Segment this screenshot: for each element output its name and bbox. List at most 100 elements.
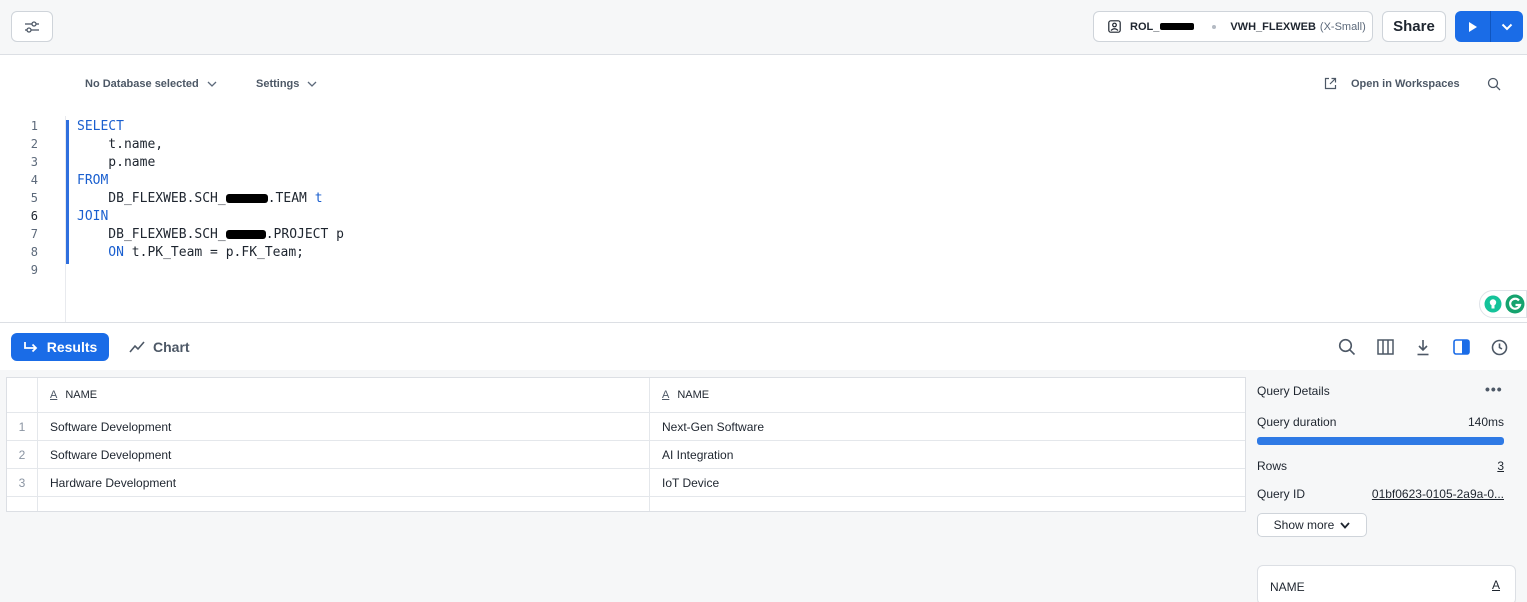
column-header[interactable]: A NAME <box>38 378 650 412</box>
line-number: 8 <box>30 245 38 259</box>
query-details-panel: Query Details ••• Query duration 140ms R… <box>1257 370 1517 602</box>
table-row[interactable]: 1 Software Development Next-Gen Software <box>7 413 1245 441</box>
role-name: ROL_ <box>1130 21 1195 33</box>
separator-dot <box>1212 24 1217 29</box>
share-button[interactable]: Share <box>1382 11 1446 42</box>
rows-label: Rows <box>1257 459 1288 473</box>
columns-button[interactable] <box>1375 337 1395 357</box>
table-row[interactable]: 2 Software Development AI Integration <box>7 441 1245 469</box>
column-header-label: NAME <box>65 389 98 401</box>
role-icon <box>1107 20 1121 34</box>
query-duration-row: Query duration 140ms <box>1257 415 1504 429</box>
table-cell[interactable]: Hardware Development <box>38 469 650 496</box>
row-index <box>7 497 38 511</box>
show-more-button[interactable]: Show more <box>1257 513 1367 537</box>
columns-icon <box>1376 339 1394 355</box>
download-button[interactable] <box>1413 337 1433 357</box>
results-search-button[interactable] <box>1337 337 1357 357</box>
rows-value-link[interactable]: 3 <box>1497 459 1504 473</box>
warehouse-name: VWH_FLEXWEB <box>1230 20 1316 33</box>
line-number-active: 6 <box>30 209 38 223</box>
text-type-icon: A <box>662 389 670 401</box>
table-cell[interactable]: Software Development <box>38 441 650 468</box>
sliders-icon <box>25 20 39 33</box>
download-icon <box>1417 339 1429 355</box>
database-selector-label: No Database selected <box>85 78 199 90</box>
row-index: 3 <box>7 469 38 496</box>
grammarly-icon <box>1505 294 1525 314</box>
code-line: DB_FLEXWEB.SCH_ .PROJECT p <box>77 227 344 242</box>
table-cell[interactable]: Software Development <box>38 413 650 440</box>
query-history-button[interactable] <box>1489 337 1509 357</box>
code-line: p.name <box>77 155 156 170</box>
context-selector[interactable]: ROL_ VWH_FLEXWEB (X-Small) <box>1093 11 1373 42</box>
line-number-gutter: 1 2 3 4 5 6 7 8 9 <box>0 116 66 322</box>
side-panel-icon <box>1452 339 1470 355</box>
table-cell[interactable]: AI Integration <box>650 441 1245 468</box>
line-number: 9 <box>30 263 38 277</box>
rows-count-row: Rows 3 <box>1257 459 1504 473</box>
redaction-mark <box>1160 23 1195 31</box>
lightbulb-icon <box>1484 295 1502 313</box>
tab-chart-label: Chart <box>153 339 190 355</box>
external-link-icon <box>1324 77 1337 90</box>
grammarly-widget[interactable] <box>1479 290 1527 318</box>
return-arrow-icon <box>23 341 37 352</box>
line-chart-icon <box>129 341 145 353</box>
show-more-label: Show more <box>1273 518 1335 532</box>
sql-editor[interactable]: 1 2 3 4 5 6 7 8 9 SELECT t.name, p.name … <box>0 116 1527 322</box>
toggle-details-panel-button[interactable] <box>1451 337 1471 357</box>
line-number: 4 <box>30 173 38 187</box>
code-line: t.name, <box>77 137 164 152</box>
open-in-workspaces-link[interactable]: Open in Workspaces <box>1324 77 1460 90</box>
database-selector[interactable]: No Database selected <box>85 78 217 90</box>
column-stats-name: NAME <box>1270 580 1305 594</box>
tab-results[interactable]: Results <box>11 333 109 361</box>
query-duration-label: Query duration <box>1257 415 1337 429</box>
line-number: 5 <box>30 191 38 205</box>
table-row[interactable]: 3 Hardware Development IoT Device <box>7 469 1245 497</box>
editor-toolbar: No Database selected Settings Open in Wo… <box>0 56 1527 114</box>
results-area: A NAME A NAME 1 Software Development Nex… <box>0 370 1527 602</box>
query-duration-value: 140ms <box>1467 415 1504 429</box>
row-index: 1 <box>7 413 38 440</box>
line-number: 2 <box>30 137 38 151</box>
open-in-workspaces-label: Open in Workspaces <box>1351 77 1460 90</box>
line-number: 3 <box>30 155 38 169</box>
table-cell[interactable]: Next-Gen Software <box>650 413 1245 440</box>
code-line: SELECT <box>77 119 124 134</box>
table-cell <box>650 497 1245 511</box>
run-options-button[interactable] <box>1491 11 1523 42</box>
chevron-down-icon <box>1501 23 1513 30</box>
more-options-icon[interactable]: ••• <box>1485 381 1503 397</box>
code-line: JOIN <box>77 209 109 224</box>
clock-icon <box>1491 339 1507 355</box>
redaction-mark <box>225 194 268 203</box>
column-header-label: NAME <box>677 389 710 401</box>
table-header-row: A NAME A NAME <box>7 378 1245 413</box>
column-header[interactable]: A NAME <box>650 378 1245 412</box>
search-icon <box>1338 338 1356 356</box>
table-cell <box>38 497 650 511</box>
code-line: ON t.PK_Team = p.FK_Team; <box>77 245 304 260</box>
code-line: FROM <box>77 173 109 188</box>
row-index: 2 <box>7 441 38 468</box>
results-toolbar: Results Chart <box>0 322 1527 370</box>
run-button-group <box>1455 11 1523 42</box>
column-stats-card[interactable]: NAME A <box>1257 565 1516 602</box>
query-details-title: Query Details <box>1257 384 1330 398</box>
line-number: 1 <box>30 119 38 133</box>
tab-chart[interactable]: Chart <box>129 333 190 361</box>
row-index-header <box>7 378 38 412</box>
run-button[interactable] <box>1455 11 1491 42</box>
filter-settings-button[interactable] <box>11 11 53 42</box>
statement-marker <box>66 120 69 264</box>
top-bar: ROL_ VWH_FLEXWEB (X-Small) Share <box>0 0 1527 55</box>
warehouse-size: (X-Small) <box>1319 20 1366 33</box>
query-id-row: Query ID 01bf0623-0105-2a9a-0... <box>1257 487 1504 501</box>
editor-search-button[interactable] <box>1487 77 1501 96</box>
table-cell[interactable]: IoT Device <box>650 469 1245 496</box>
query-duration-bar-fill <box>1257 437 1504 445</box>
settings-menu[interactable]: Settings <box>256 78 317 90</box>
query-id-link[interactable]: 01bf0623-0105-2a9a-0... <box>1352 487 1504 501</box>
